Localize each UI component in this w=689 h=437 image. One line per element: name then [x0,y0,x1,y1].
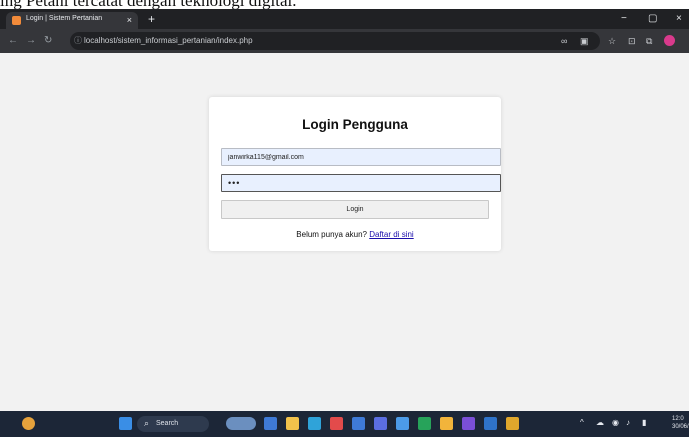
search-label: Search [156,420,179,427]
login-card: Login Pengguna Login Belum punya akun? D… [209,97,501,251]
teams-icon[interactable] [484,417,497,430]
tray-chevron-icon[interactable]: ^ [580,418,584,428]
tab-favicon-icon [12,16,21,25]
tab-close-icon[interactable]: × [127,14,132,26]
clock-time: 12:0 [672,416,684,422]
register-prompt-text: Belum punya akun? [296,230,367,239]
notes-icon[interactable] [440,417,453,430]
address-url: localhost/sistem_informasi_pertanian/ind… [84,36,253,45]
window-close-icon[interactable]: × [676,13,682,25]
puzzle-icon[interactable]: ⊡ [628,35,636,47]
cloud-icon[interactable]: ☁ [596,418,604,428]
clock-date: 30/06/202 [672,424,689,430]
back-arrow-icon[interactable]: ← [8,34,18,48]
new-tab-button[interactable]: + [148,13,155,25]
incognito-icon[interactable]: ∞ [561,35,567,47]
file-explorer-icon[interactable] [286,417,299,430]
extension-icon[interactable]: ▣ [580,35,589,47]
volume-icon[interactable]: ♪ [626,418,630,428]
register-link[interactable]: Daftar di sini [369,230,413,239]
profile-avatar[interactable] [664,35,675,46]
caption-text: ing Petani tercatat dengan teknologi dig… [0,0,296,9]
minimize-icon[interactable]: − [621,13,627,25]
login-title: Login Pengguna [302,117,408,132]
wifi-icon[interactable]: ◉ [612,418,619,428]
store-icon[interactable] [352,417,365,430]
start-icon[interactable] [119,417,132,430]
document-caption-strip: ing Petani tercatat dengan teknologi dig… [0,0,689,9]
bookmark-star-icon[interactable]: ☆ [608,35,616,47]
tab-title: Login | Sistem Pertanian [26,15,103,22]
windows-taskbar: ⌕ Search ^ ☁ ◉ ♪ ▮ 12:0 30/06/202 [0,411,689,437]
weather-widget-icon[interactable] [22,417,35,430]
forward-arrow-icon[interactable]: → [26,34,36,48]
browser-tab[interactable]: Login | Sistem Pertanian × [6,12,138,29]
password-input[interactable] [221,174,501,192]
calendar-icon[interactable] [396,417,409,430]
page-viewport: Login Pengguna Login Belum punya akun? D… [0,53,689,411]
email-input[interactable] [221,148,501,166]
task-view-icon[interactable] [264,417,277,430]
search-icon: ⌕ [144,418,150,428]
login-button[interactable]: Login [221,200,489,219]
chrome-icon[interactable] [462,417,475,430]
app-icon[interactable] [330,417,343,430]
register-prompt: Belum punya akun? Daftar di sini [209,230,501,239]
whatsapp-icon[interactable] [418,417,431,430]
reload-icon[interactable]: ↻ [44,34,52,48]
maximize-icon[interactable]: ▢ [648,13,657,25]
taskbar-clock[interactable]: 12:0 30/06/202 [672,415,689,431]
edge-icon[interactable] [308,417,321,430]
browser-toolbar: ← → ↻ ⓘ localhost/sistem_informasi_perta… [0,29,689,53]
taskbar-search[interactable]: ⌕ Search [137,416,209,432]
xampp-icon[interactable] [506,417,519,430]
word-icon[interactable] [374,417,387,430]
address-bar[interactable]: ⓘ localhost/sistem_informasi_pertanian/i… [70,32,600,50]
tab-search-icon[interactable]: ⧉ [646,35,652,47]
site-info-icon[interactable]: ⓘ [74,35,82,46]
battery-icon[interactable]: ▮ [642,418,646,428]
browser-tab-strip: Login | Sistem Pertanian × + − ▢ × [0,9,689,29]
copilot-widget-icon[interactable] [226,417,256,430]
